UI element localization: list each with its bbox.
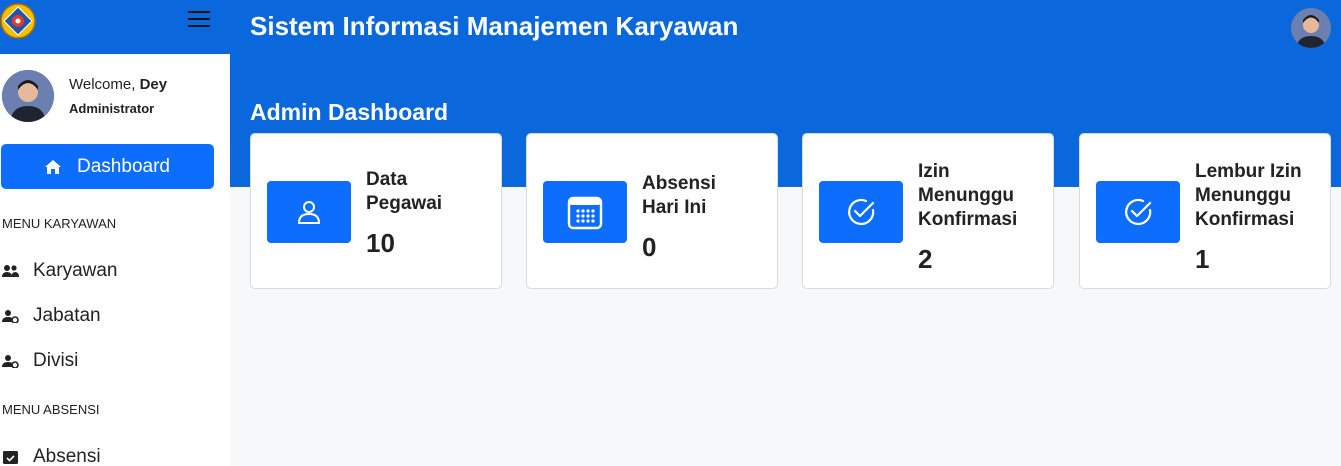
check-circle-icon (1125, 198, 1152, 226)
card-icon-box (543, 181, 627, 243)
calendar-check-icon (3, 451, 18, 464)
card-value: 1 (1195, 244, 1210, 274)
section-label-karyawan: MENU KARYAWAN (2, 216, 117, 231)
card-icon-box (267, 181, 351, 243)
card-label-line: Menunggu (1195, 185, 1292, 206)
sidebar-item-label: Absensi (33, 446, 101, 466)
user-panel: Welcome, Dey Administrator (2, 70, 167, 122)
card-label-line: Hari Ini (642, 197, 707, 218)
logo-icon (0, 3, 36, 39)
sidebar-item-label: Jabatan (33, 305, 101, 326)
card-value: 10 (366, 228, 395, 258)
check-circle-icon (848, 198, 875, 226)
card-value: 0 (642, 232, 657, 262)
card-label-line: Pegawai (366, 193, 443, 214)
avatar (2, 70, 54, 122)
sidebar: Welcome, Dey Administrator Dashboard MEN… (0, 0, 230, 466)
sidebar-item-karyawan[interactable]: Karyawan (2, 260, 118, 282)
sidebar-brand-bar (0, 0, 230, 54)
card-label-line: Data (366, 169, 408, 190)
user-icon (297, 201, 321, 224)
sidebar-item-jabatan[interactable]: Jabatan (2, 305, 101, 327)
page-title: Admin Dashboard (250, 99, 449, 125)
stat-card-data-pegawai[interactable]: Data Pegawai 10 (250, 133, 502, 289)
sidebar-item-label: Divisi (33, 350, 79, 371)
card-icon-box (819, 181, 903, 243)
card-label-line: Konfirmasi (1195, 209, 1295, 230)
stat-card-absensi-hari-ini[interactable]: Absensi Hari Ini 0 (526, 133, 778, 289)
dashboard-label: Dashboard (77, 155, 170, 177)
users-icon (2, 265, 19, 277)
user-cog-icon (2, 355, 19, 368)
dashboard-button[interactable]: Dashboard (1, 144, 214, 189)
welcome-text: Welcome, Dey (69, 76, 168, 93)
card-value: 2 (918, 244, 933, 274)
card-label-line: Konfirmasi (918, 209, 1018, 230)
section-label-absensi: MENU ABSENSI (2, 402, 100, 417)
profile-avatar[interactable] (1291, 8, 1331, 48)
card-label-line: Izin (918, 161, 950, 182)
user-role: Administrator (69, 101, 155, 116)
card-label-line: Lembur Izin (1195, 161, 1302, 182)
card-icon-box (1096, 181, 1180, 243)
sidebar-item-divisi[interactable]: Divisi (2, 350, 78, 372)
menu-toggle-icon[interactable] (188, 8, 210, 28)
calendar-icon (567, 196, 603, 230)
sidebar-item-label: Karyawan (33, 260, 118, 281)
user-cog-icon (2, 310, 19, 323)
stat-card-izin-menunggu-konfirmasi[interactable]: Izin Menunggu Konfirmasi 2 (802, 133, 1054, 289)
user-name: Dey (139, 76, 168, 93)
stat-card-lembur-izin-menunggu-konfirmasi[interactable]: Lembur Izin Menunggu Konfirmasi 1 (1079, 133, 1331, 289)
card-label-line: Absensi (642, 173, 716, 194)
app-title: Sistem Informasi Manajemen Karyawan (250, 11, 739, 41)
card-label-line: Menunggu (918, 185, 1015, 206)
home-icon (45, 159, 62, 174)
sidebar-item-absensi[interactable]: Absensi (2, 446, 101, 466)
